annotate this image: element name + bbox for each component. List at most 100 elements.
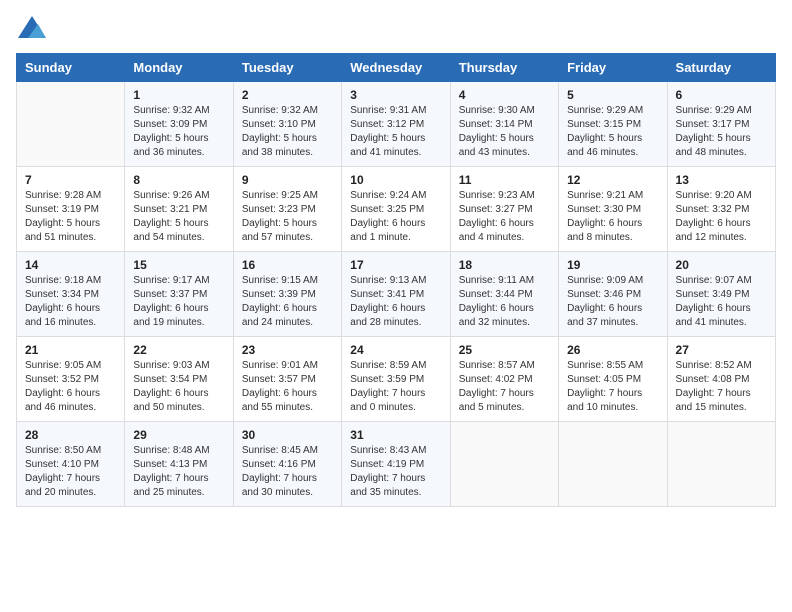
- day-info: Sunrise: 9:18 AMSunset: 3:34 PMDaylight:…: [25, 274, 116, 330]
- day-number: 31: [350, 428, 441, 442]
- day-number: 18: [459, 258, 550, 272]
- calendar-cell: 23 Sunrise: 9:01 AMSunset: 3:57 PMDayligh…: [233, 337, 341, 422]
- calendar-week-row: 28 Sunrise: 8:50 AMSunset: 4:10 PMDayligh…: [17, 422, 776, 507]
- calendar-cell: [559, 422, 667, 507]
- calendar-cell: 16Sunrise: 9:15 AMSunset: 3:39 PMDayligh…: [233, 252, 341, 337]
- calendar-cell: 18Sunrise: 9:11 AMSunset: 3:44 PMDayligh…: [450, 252, 558, 337]
- calendar-cell: 14 Sunrise: 9:18 AMSunset: 3:34 PMDayligh…: [17, 252, 125, 337]
- calendar-week-row: 14 Sunrise: 9:18 AMSunset: 3:34 PMDayligh…: [17, 252, 776, 337]
- calendar-cell: 5Sunrise: 9:29 AMSunset: 3:15 PMDaylight…: [559, 82, 667, 167]
- day-info: Sunrise: 9:24 AMSunset: 3:25 PMDaylight:…: [350, 189, 441, 245]
- logo: [16, 16, 46, 43]
- logo-text: [16, 16, 46, 43]
- day-number: 4: [459, 88, 550, 102]
- calendar-header-row: SundayMondayTuesdayWednesdayThursdayFrid…: [17, 54, 776, 82]
- calendar-cell: 8 Sunrise: 9:26 AMSunset: 3:21 PMDaylight…: [125, 167, 233, 252]
- day-info: Sunrise: 9:31 AMSunset: 3:12 PMDaylight:…: [350, 104, 441, 160]
- calendar-cell: 13Sunrise: 9:20 AMSunset: 3:32 PMDayligh…: [667, 167, 775, 252]
- calendar-cell: 22Sunrise: 9:03 AMSunset: 3:54 PMDayligh…: [125, 337, 233, 422]
- day-info: Sunrise: 9:17 AMSunset: 3:37 PMDaylight:…: [133, 274, 224, 330]
- header-tuesday: Tuesday: [233, 54, 341, 82]
- day-number: 20: [676, 258, 767, 272]
- header-thursday: Thursday: [450, 54, 558, 82]
- day-info: Sunrise: 8:59 AMSunset: 3:59 PMDaylight:…: [350, 359, 441, 415]
- day-number: 9: [242, 173, 333, 187]
- calendar-week-row: 21 Sunrise: 9:05 AMSunset: 3:52 PMDayligh…: [17, 337, 776, 422]
- day-number: 17: [350, 258, 441, 272]
- calendar-cell: 10 Sunrise: 9:24 AMSunset: 3:25 PMDayligh…: [342, 167, 450, 252]
- day-info: Sunrise: 8:45 AMSunset: 4:16 PMDaylight:…: [242, 444, 333, 500]
- header-friday: Friday: [559, 54, 667, 82]
- day-number: 2: [242, 88, 333, 102]
- header-saturday: Saturday: [667, 54, 775, 82]
- day-info: Sunrise: 9:32 AMSunset: 3:09 PMDaylight:…: [133, 104, 224, 160]
- calendar-cell: 24 Sunrise: 8:59 AMSunset: 3:59 PMDayligh…: [342, 337, 450, 422]
- day-number: 29: [133, 428, 224, 442]
- calendar-cell: 19 Sunrise: 9:09 AMSunset: 3:46 PMDayligh…: [559, 252, 667, 337]
- day-number: 1: [133, 88, 224, 102]
- header: [16, 16, 776, 43]
- calendar-cell: [17, 82, 125, 167]
- day-number: 30: [242, 428, 333, 442]
- day-number: 19: [567, 258, 658, 272]
- calendar-table: SundayMondayTuesdayWednesdayThursdayFrid…: [16, 53, 776, 507]
- day-info: Sunrise: 9:01 AMSunset: 3:57 PMDaylight:…: [242, 359, 333, 415]
- day-number: 6: [676, 88, 767, 102]
- day-info: Sunrise: 9:13 AMSunset: 3:41 PMDaylight:…: [350, 274, 441, 330]
- day-info: Sunrise: 8:48 AMSunset: 4:13 PMDaylight:…: [133, 444, 224, 500]
- day-number: 5: [567, 88, 658, 102]
- calendar-cell: 2 Sunrise: 9:32 AMSunset: 3:10 PMDaylight…: [233, 82, 341, 167]
- day-number: 27: [676, 343, 767, 357]
- day-info: Sunrise: 9:21 AMSunset: 3:30 PMDaylight:…: [567, 189, 658, 245]
- day-number: 10: [350, 173, 441, 187]
- calendar-cell: 1 Sunrise: 9:32 AMSunset: 3:09 PMDaylight…: [125, 82, 233, 167]
- calendar-cell: 7Sunrise: 9:28 AMSunset: 3:19 PMDaylight…: [17, 167, 125, 252]
- calendar-cell: 4 Sunrise: 9:30 AMSunset: 3:14 PMDaylight…: [450, 82, 558, 167]
- logo-icon: [18, 16, 46, 38]
- day-info: Sunrise: 9:05 AMSunset: 3:52 PMDaylight:…: [25, 359, 116, 415]
- day-info: Sunrise: 8:55 AMSunset: 4:05 PMDaylight:…: [567, 359, 658, 415]
- day-number: 3: [350, 88, 441, 102]
- calendar-cell: 11 Sunrise: 9:23 AMSunset: 3:27 PMDayligh…: [450, 167, 558, 252]
- calendar-cell: 9 Sunrise: 9:25 AMSunset: 3:23 PMDaylight…: [233, 167, 341, 252]
- day-number: 23: [242, 343, 333, 357]
- day-info: Sunrise: 9:26 AMSunset: 3:21 PMDaylight:…: [133, 189, 224, 245]
- header-wednesday: Wednesday: [342, 54, 450, 82]
- calendar-cell: 25 Sunrise: 8:57 AMSunset: 4:02 PMDayligh…: [450, 337, 558, 422]
- day-number: 15: [133, 258, 224, 272]
- calendar-cell: 15 Sunrise: 9:17 AMSunset: 3:37 PMDayligh…: [125, 252, 233, 337]
- day-info: Sunrise: 9:29 AMSunset: 3:17 PMDaylight:…: [676, 104, 767, 160]
- day-number: 28: [25, 428, 116, 442]
- calendar-week-row: 1 Sunrise: 9:32 AMSunset: 3:09 PMDaylight…: [17, 82, 776, 167]
- header-monday: Monday: [125, 54, 233, 82]
- calendar-cell: 3 Sunrise: 9:31 AMSunset: 3:12 PMDaylight…: [342, 82, 450, 167]
- day-info: Sunrise: 9:30 AMSunset: 3:14 PMDaylight:…: [459, 104, 550, 160]
- calendar-cell: 27Sunrise: 8:52 AMSunset: 4:08 PMDayligh…: [667, 337, 775, 422]
- day-number: 11: [459, 173, 550, 187]
- day-number: 12: [567, 173, 658, 187]
- day-number: 14: [25, 258, 116, 272]
- header-sunday: Sunday: [17, 54, 125, 82]
- day-number: 21: [25, 343, 116, 357]
- calendar-cell: [450, 422, 558, 507]
- calendar-cell: 29 Sunrise: 8:48 AMSunset: 4:13 PMDayligh…: [125, 422, 233, 507]
- calendar-cell: 31 Sunrise: 8:43 AMSunset: 4:19 PMDayligh…: [342, 422, 450, 507]
- day-number: 13: [676, 173, 767, 187]
- day-info: Sunrise: 9:25 AMSunset: 3:23 PMDaylight:…: [242, 189, 333, 245]
- day-number: 26: [567, 343, 658, 357]
- calendar-cell: [667, 422, 775, 507]
- calendar-cell: 21 Sunrise: 9:05 AMSunset: 3:52 PMDayligh…: [17, 337, 125, 422]
- day-info: Sunrise: 8:50 AMSunset: 4:10 PMDaylight:…: [25, 444, 116, 500]
- day-info: Sunrise: 9:23 AMSunset: 3:27 PMDaylight:…: [459, 189, 550, 245]
- day-number: 24: [350, 343, 441, 357]
- day-info: Sunrise: 9:09 AMSunset: 3:46 PMDaylight:…: [567, 274, 658, 330]
- calendar-cell: 17 Sunrise: 9:13 AMSunset: 3:41 PMDayligh…: [342, 252, 450, 337]
- day-number: 16: [242, 258, 333, 272]
- day-info: Sunrise: 8:43 AMSunset: 4:19 PMDaylight:…: [350, 444, 441, 500]
- day-number: 25: [459, 343, 550, 357]
- day-info: Sunrise: 9:32 AMSunset: 3:10 PMDaylight:…: [242, 104, 333, 160]
- day-info: Sunrise: 8:57 AMSunset: 4:02 PMDaylight:…: [459, 359, 550, 415]
- day-info: Sunrise: 9:03 AMSunset: 3:54 PMDaylight:…: [133, 359, 224, 415]
- calendar-week-row: 7Sunrise: 9:28 AMSunset: 3:19 PMDaylight…: [17, 167, 776, 252]
- day-number: 8: [133, 173, 224, 187]
